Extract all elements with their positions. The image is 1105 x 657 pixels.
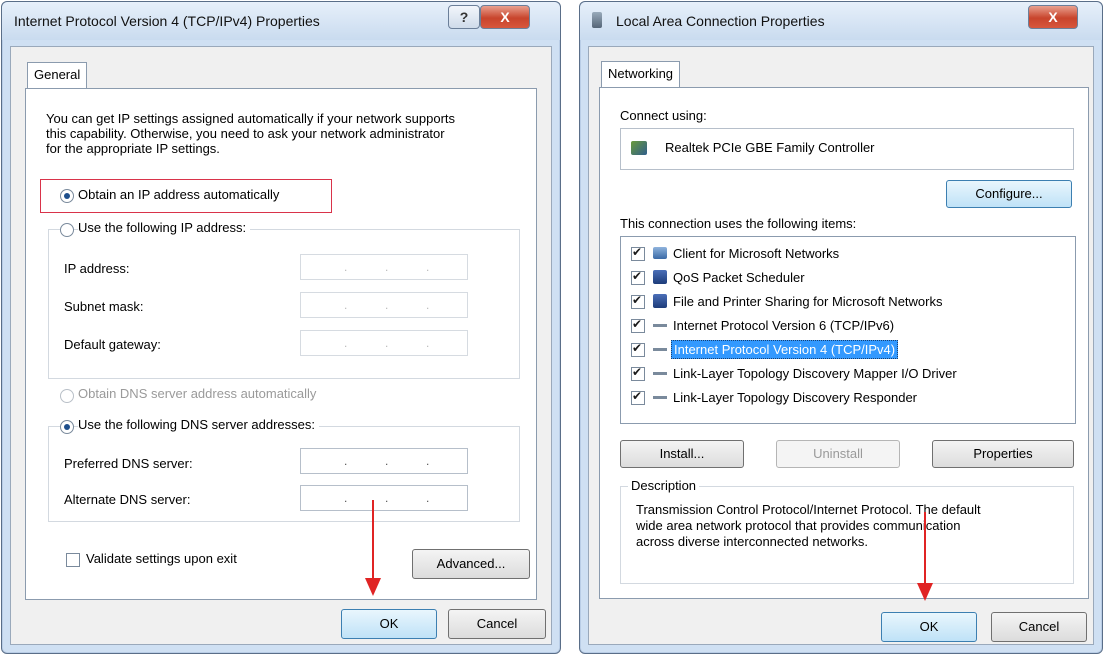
tab-networking[interactable]: Networking [601,61,681,88]
item-checkbox[interactable] [631,365,645,381]
ipv4-window-title: Internet Protocol Version 4 (TCP/IPv4) P… [14,13,320,29]
preferred-dns-label: Preferred DNS server: [64,456,193,471]
list-item[interactable]: Link-Layer Topology Discovery Mapper I/O… [621,363,1061,385]
item-checkbox[interactable] [631,389,645,405]
obtain-dns-auto-label[interactable]: Obtain DNS server address automatically [78,386,316,401]
properties-button[interactable]: Properties [932,440,1074,468]
adapter-name: Realtek PCIe GBE Family Controller [665,140,875,155]
subnet-mask-label: Subnet mask: [64,299,144,314]
items-label: This connection uses the following items… [620,216,857,231]
item-label: Link-Layer Topology Discovery Mapper I/O… [673,366,957,381]
item-label: Client for Microsoft Networks [673,246,840,261]
description-line-1: Transmission Control Protocol/Internet P… [636,502,981,517]
ipv4-ok-button[interactable]: OK [341,609,437,639]
description-line-3: across diverse interconnected networks. [636,534,868,549]
item-checkbox[interactable] [631,293,645,309]
radio-use-following-ip[interactable] [60,223,74,237]
lan-window-title: Local Area Connection Properties [616,13,825,29]
item-checkbox[interactable] [631,269,645,285]
ipv4-cancel-button[interactable]: Cancel [448,609,546,639]
install-button[interactable]: Install... [620,440,744,468]
item-checkbox[interactable] [631,317,645,333]
advanced-button[interactable]: Advanced... [412,549,530,579]
item-label: File and Printer Sharing for Microsoft N… [673,294,943,309]
lan-close-button[interactable]: X [1028,5,1078,29]
list-item-selected[interactable]: Internet Protocol Version 4 (TCP/IPv4) [621,339,1061,361]
list-item[interactable]: Client for Microsoft Networks [621,243,1061,265]
protocol-icon [653,372,667,375]
item-label: Internet Protocol Version 4 (TCP/IPv4) [671,340,899,359]
list-item[interactable]: File and Printer Sharing for Microsoft N… [621,291,1061,313]
intro-line-3: for the appropriate IP settings. [46,141,220,156]
validate-label[interactable]: Validate settings upon exit [86,551,237,566]
subnet-mask-field[interactable]: ... [300,292,468,318]
intro-line-1: You can get IP settings assigned automat… [46,111,456,126]
service-icon [653,270,667,284]
lan-titlebar[interactable]: Local Area Connection Properties X [580,2,1102,40]
ipv4-properties-window: Internet Protocol Version 4 (TCP/IPv4) P… [1,1,561,654]
use-following-ip-label[interactable]: Use the following IP address: [78,220,251,235]
radio-use-following-dns[interactable] [60,420,74,434]
network-adapter-icon [592,12,602,28]
lan-cancel-button[interactable]: Cancel [991,612,1087,642]
item-label: QoS Packet Scheduler [673,270,805,285]
item-checkbox[interactable] [631,245,645,261]
lan-client-area: Networking Connect using: Realtek PCIe G… [588,46,1094,645]
radio-obtain-ip-auto[interactable] [60,189,74,203]
item-label: Link-Layer Topology Discovery Responder [673,390,917,405]
list-item[interactable]: Link-Layer Topology Discovery Responder [621,387,1061,409]
items-list[interactable]: Client for Microsoft Networks QoS Packet… [620,236,1076,424]
ipv4-client-area: General You can get IP settings assigned… [10,46,552,645]
lan-properties-window: Local Area Connection Properties X Netwo… [579,1,1103,654]
connect-using-label: Connect using: [620,108,707,123]
default-gateway-field[interactable]: ... [300,330,468,356]
radio-obtain-dns-auto[interactable] [60,389,74,403]
lan-ok-button[interactable]: OK [881,612,977,642]
networking-panel: Connect using: Realtek PCIe GBE Family C… [599,87,1089,599]
help-button[interactable]: ? [448,5,480,29]
intro-line-2: this capability. Otherwise, you need to … [46,126,445,141]
ip-address-label: IP address: [64,261,130,276]
general-panel: You can get IP settings assigned automat… [25,88,537,600]
uninstall-button[interactable]: Uninstall [776,440,900,468]
configure-button[interactable]: Configure... [946,180,1072,208]
network-card-icon [631,141,647,155]
annotation-arrowhead-left [365,578,381,596]
ipv4-titlebar[interactable]: Internet Protocol Version 4 (TCP/IPv4) P… [2,2,560,40]
description-line-2: wide area network protocol that provides… [636,518,961,533]
default-gateway-label: Default gateway: [64,337,161,352]
item-checkbox[interactable] [631,341,645,357]
annotation-arrow-left [372,500,374,582]
annotation-arrow-right [924,512,926,586]
service-icon [653,294,667,308]
protocol-icon [653,324,667,327]
adapter-box: Realtek PCIe GBE Family Controller [620,128,1074,170]
alternate-dns-label: Alternate DNS server: [64,492,191,507]
close-button[interactable]: X [480,5,530,29]
description-heading: Description [628,478,700,493]
obtain-ip-auto-label[interactable]: Obtain an IP address automatically [78,187,279,202]
preferred-dns-field[interactable]: ... [300,448,468,474]
list-item[interactable]: Internet Protocol Version 6 (TCP/IPv6) [621,315,1061,337]
protocol-icon [653,348,667,351]
validate-checkbox[interactable] [66,553,80,567]
ip-address-field[interactable]: ... [300,254,468,280]
tab-general[interactable]: General [27,62,88,89]
annotation-arrowhead-right [917,583,933,601]
item-label: Internet Protocol Version 6 (TCP/IPv6) [673,318,895,333]
network-client-icon [653,247,667,259]
use-following-dns-label[interactable]: Use the following DNS server addresses: [78,417,319,432]
alternate-dns-field[interactable]: ... [300,485,468,511]
list-item[interactable]: QoS Packet Scheduler [621,267,1061,289]
protocol-icon [653,396,667,399]
